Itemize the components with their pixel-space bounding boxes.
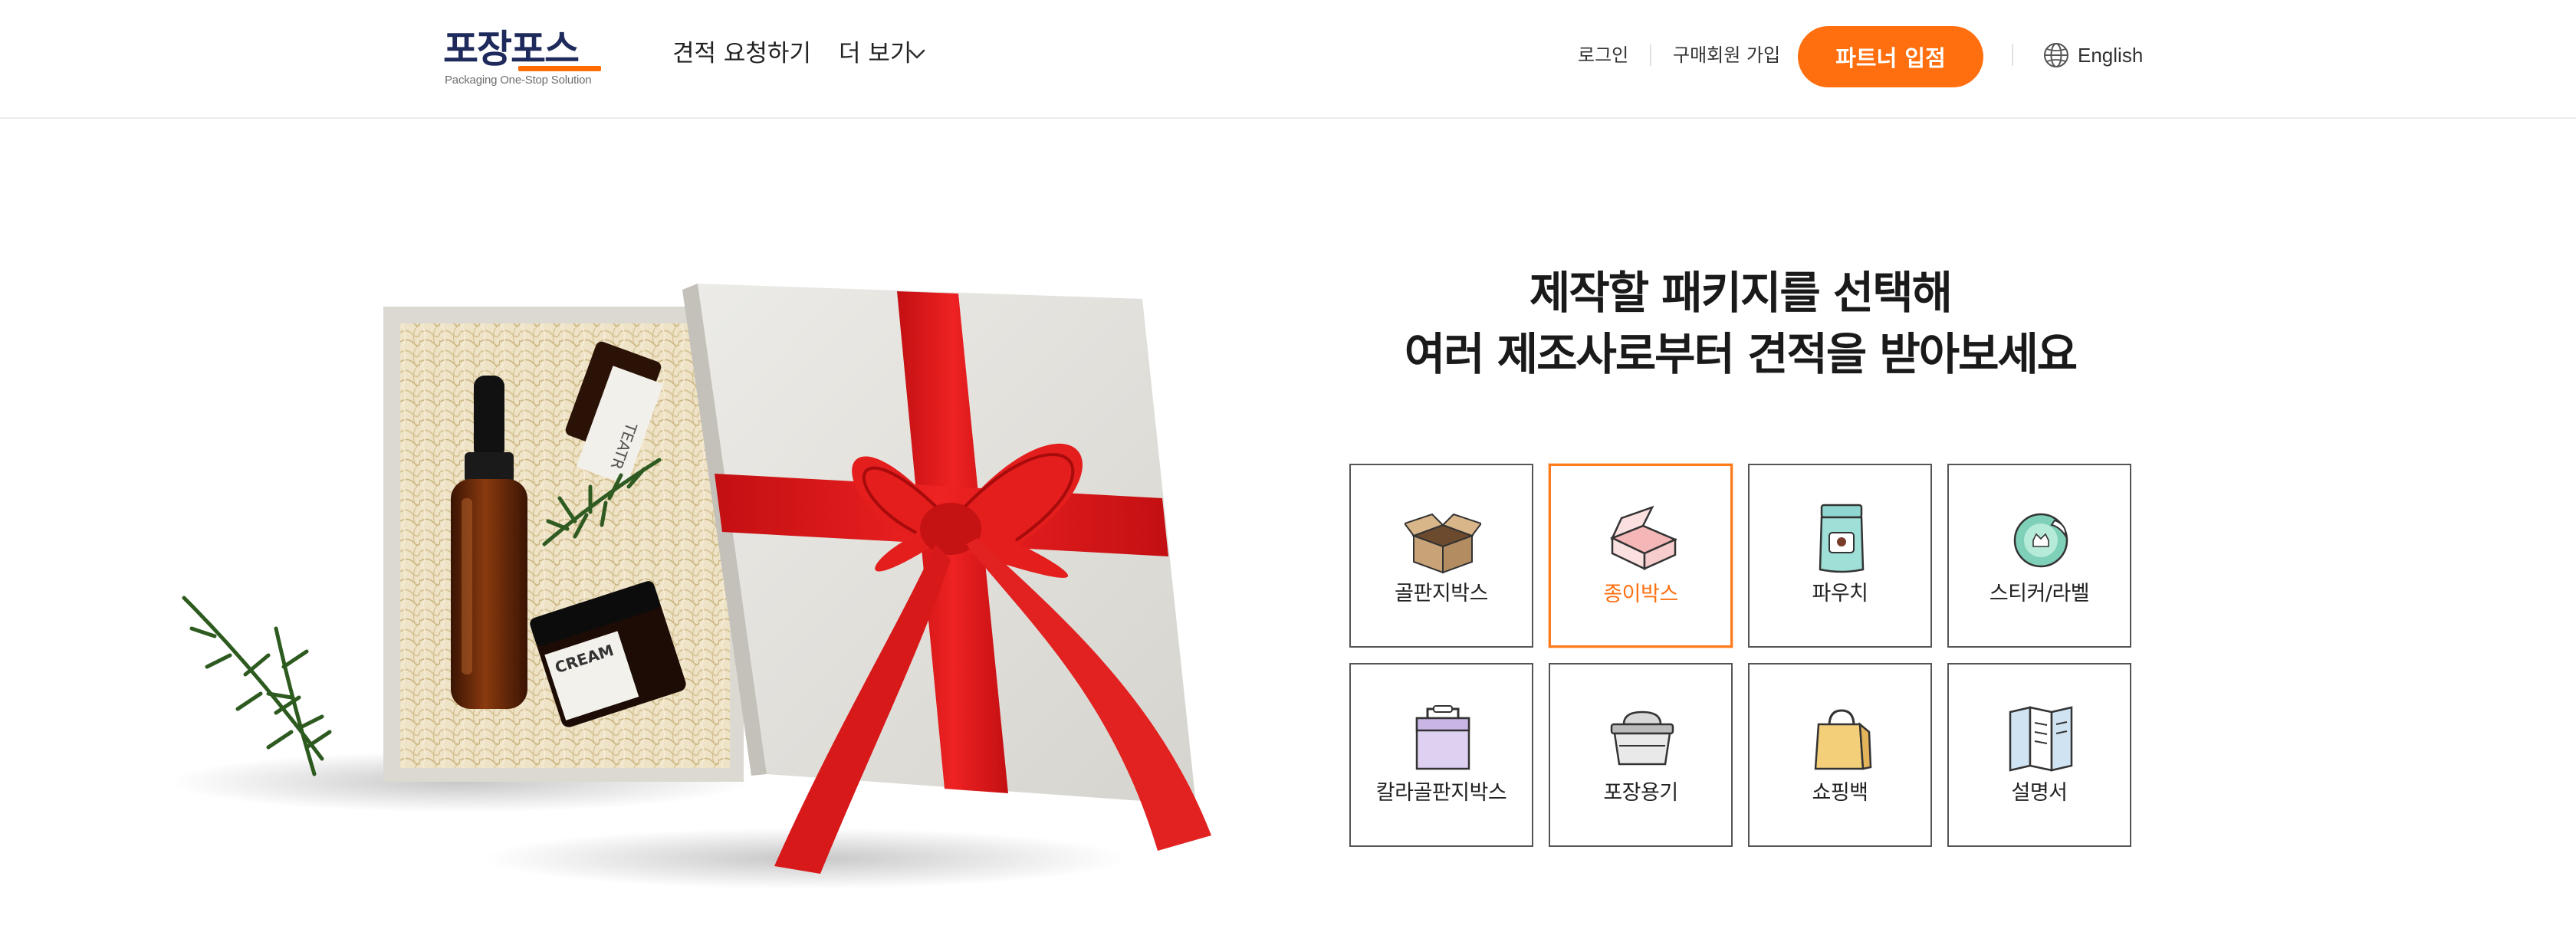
category-color-corrugated-box[interactable]: 칼라골판지박스: [1349, 663, 1533, 847]
category-label: 칼라골판지박스: [1375, 781, 1507, 805]
category-label: 쇼핑백: [1812, 781, 1868, 805]
globe-icon: [2044, 43, 2068, 67]
hero-gift-box-image: TEATR CREAM: [169, 284, 1211, 889]
partner-join-button[interactable]: 파트너 입점: [1798, 26, 1983, 87]
pouch-icon: [1819, 504, 1865, 573]
category-label: 스티커/라벨: [1989, 582, 2090, 605]
headline-line-1: 제작할 패키지를 선택해: [1530, 267, 1953, 319]
rosemary-sprig: [182, 596, 332, 776]
language-label: English: [2078, 43, 2144, 67]
category-label: 골판지박스: [1395, 582, 1488, 605]
category-shopping-bag[interactable]: 쇼핑백: [1748, 663, 1932, 847]
category-label: 포장용기: [1603, 781, 1678, 805]
chevron-down-icon[interactable]: [907, 44, 927, 64]
nav-quote-request[interactable]: 견적 요청하기: [672, 37, 811, 71]
corrugated-box-icon: [1405, 513, 1481, 574]
buyer-signup-link[interactable]: 구매회원 가입: [1673, 41, 1780, 69]
login-link[interactable]: 로그인: [1578, 41, 1628, 69]
site-header: 포장포스 Packaging One-Stop Solution 견적 요청하기…: [0, 0, 2576, 119]
sticker-label-icon: [2013, 513, 2068, 568]
logo-accent-bar: [518, 66, 601, 71]
manual-icon: [2009, 706, 2073, 772]
category-pouch[interactable]: 파우치: [1748, 464, 1932, 648]
category-label: 종이박스: [1603, 582, 1678, 606]
headline-line-2: 여러 제조사로부터 견적을 받아보세요: [1404, 328, 2078, 380]
divider: [1650, 44, 1651, 66]
logo-title: 포장포스: [443, 27, 580, 71]
category-label: 파우치: [1812, 582, 1868, 605]
divider: [2012, 44, 2013, 66]
nav-more[interactable]: 더 보기: [839, 37, 912, 71]
gift-box-lid: [682, 284, 1211, 874]
language-selector[interactable]: English: [2042, 40, 2143, 71]
category-label: 설명서: [2011, 781, 2068, 805]
category-manual[interactable]: 설명서: [1947, 663, 2131, 847]
category-food-container[interactable]: 포장용기: [1549, 663, 1733, 847]
hero-headline: 제작할 패키지를 선택해 여러 제조사로부터 견적을 받아보세요: [1303, 262, 2177, 385]
category-paper-box[interactable]: 종이박스: [1549, 464, 1733, 648]
category-corrugated-box[interactable]: 골판지박스: [1349, 464, 1533, 648]
food-container-icon: [1610, 710, 1674, 766]
color-corrugated-box-icon: [1415, 705, 1470, 770]
paper-box-icon: [1609, 505, 1678, 570]
logo-tagline: Packaging One-Stop Solution: [445, 74, 592, 87]
site-logo[interactable]: 포장포스 Packaging One-Stop Solution: [443, 26, 601, 89]
shopping-bag-icon: [1814, 709, 1872, 770]
category-sticker-label[interactable]: 스티커/라벨: [1947, 464, 2131, 648]
